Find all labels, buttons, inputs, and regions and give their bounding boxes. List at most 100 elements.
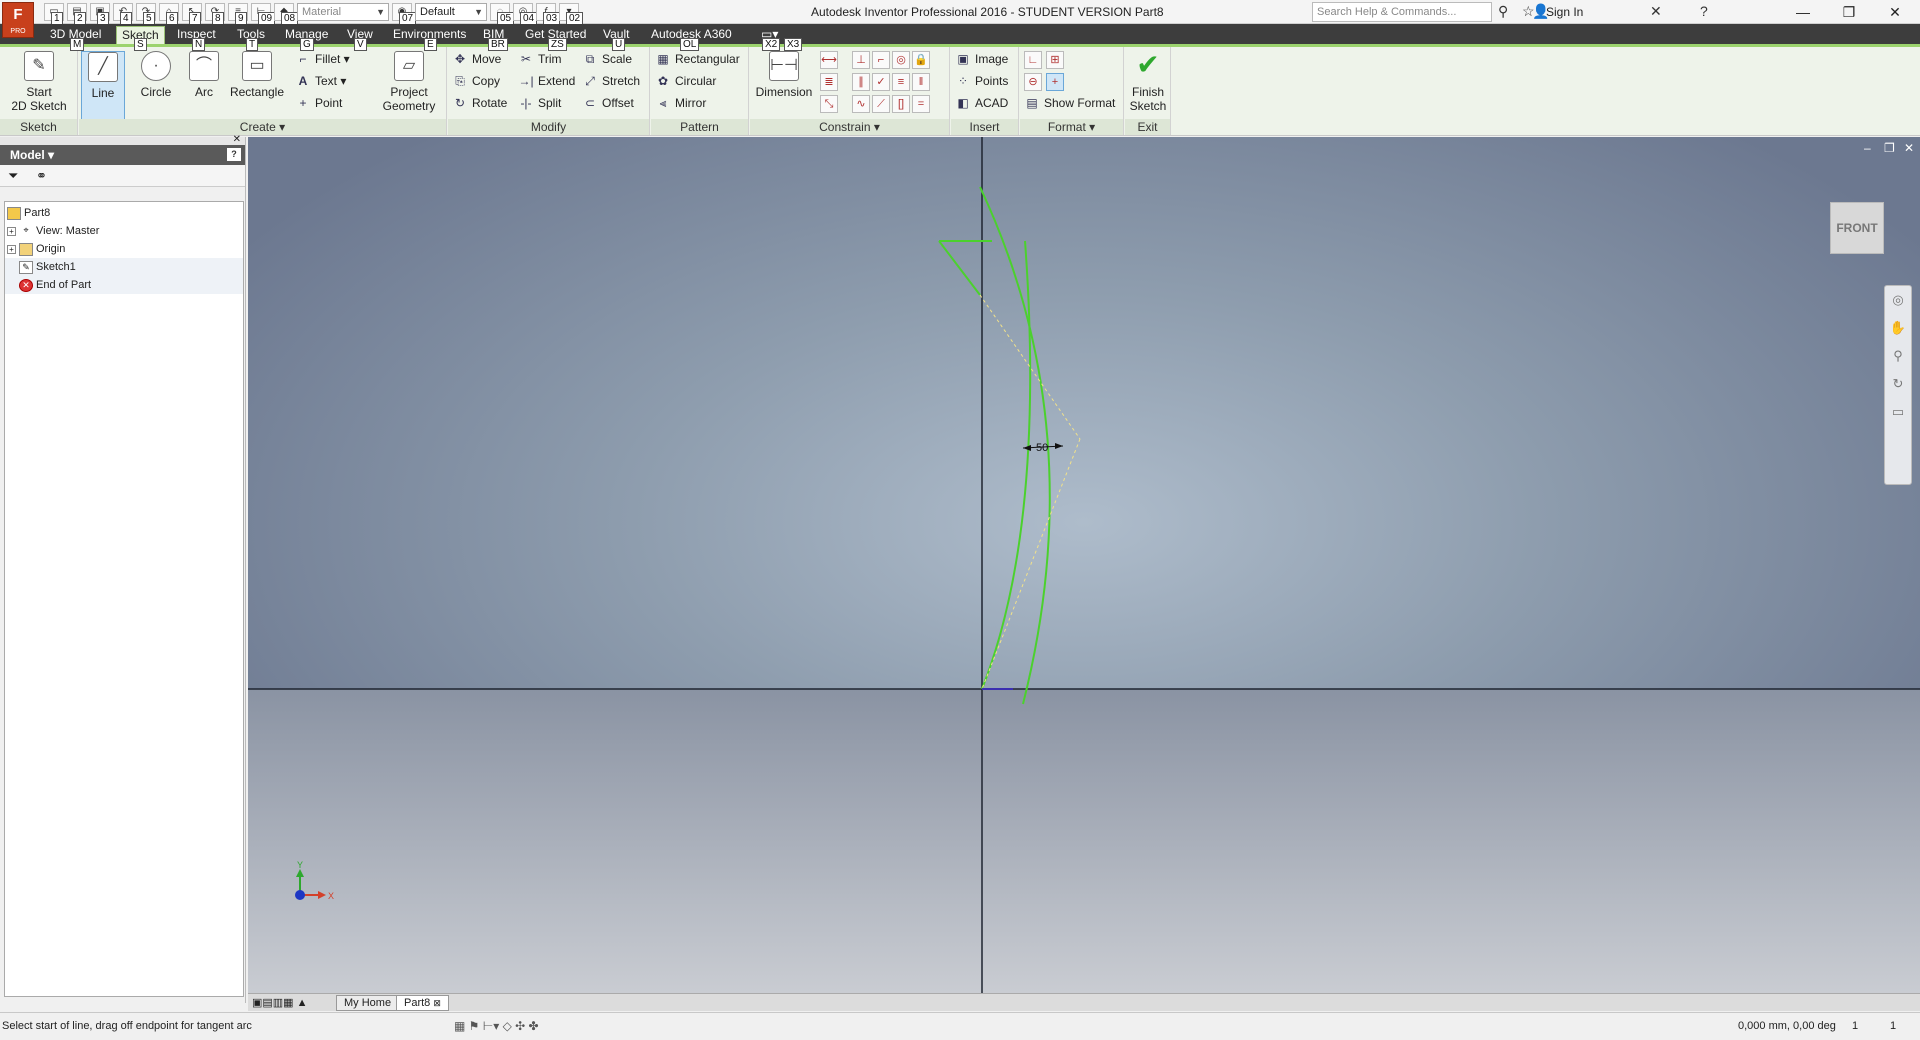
orbit-icon[interactable]: ↻ (1885, 370, 1911, 398)
insert-acad-button[interactable]: ◧ ACAD (955, 93, 1008, 113)
sign-in-link[interactable]: Sign In (1546, 5, 1583, 19)
open-icon[interactable]: ▤2 (67, 3, 87, 25)
stretch-button[interactable]: ⤢ Stretch (582, 71, 640, 91)
graphics-restore-icon[interactable]: ❐ (1884, 141, 1895, 155)
coincident-icon[interactable]: ✓ (872, 73, 890, 91)
arc-button[interactable]: ⌒ Arc (179, 51, 229, 115)
minimize-button[interactable]: — (1780, 0, 1826, 24)
rectangle-button[interactable]: ▭ Rectangle (227, 51, 287, 115)
adjust-icon[interactable]: ◎04 (513, 3, 538, 25)
tab-my-home[interactable]: My Home (336, 995, 400, 1011)
panel-title-constrain[interactable]: Constrain ▾ (750, 119, 949, 135)
graphics-window[interactable]: 50 Y X – ❐ ✕ FRONT ◎ ✋ ⚲ ↻ ▭ (248, 137, 1920, 993)
tree-node-part[interactable]: Part8 (7, 204, 245, 222)
symmetric-icon[interactable]: [] (892, 95, 910, 113)
fx-icon[interactable]: ƒ03 (536, 3, 561, 25)
dimension-button[interactable]: ⊢⊣ Dimension (752, 51, 816, 115)
redo-icon[interactable]: ↷5 (136, 3, 156, 25)
sketch-arc-inner[interactable] (981, 240, 1032, 690)
equal-icon[interactable]: = (912, 95, 930, 113)
look-at-icon[interactable]: ▭ (1885, 398, 1911, 426)
appearance-icon[interactable]: ◉07 (392, 3, 417, 25)
tab-part8[interactable]: Part8 ⊠ (396, 995, 449, 1011)
copy-button[interactable]: ⎘ Copy (452, 71, 500, 91)
viewcube[interactable]: FRONT (1830, 202, 1884, 254)
concentric-icon[interactable]: ◎ (892, 51, 910, 69)
circular-pattern-button[interactable]: ✿ Circular (655, 71, 716, 91)
panel-title-create[interactable]: Create ▾ (79, 119, 446, 135)
save-icon[interactable]: ▣3 (90, 3, 110, 25)
sketch-line-diagonal[interactable] (938, 240, 981, 296)
show-constraints-icon[interactable]: ≣ (820, 73, 838, 91)
point-button[interactable]: + Point (295, 93, 342, 113)
search-input[interactable]: Search Help & Commands... (1312, 2, 1492, 22)
circle-button[interactable]: · Circle (131, 51, 181, 115)
find-icon[interactable]: ⚭ (36, 168, 47, 184)
construction-icon[interactable]: ∟ (1024, 51, 1042, 69)
text-button[interactable]: A Text ▾ (295, 71, 347, 91)
close-button[interactable]: ✕ (1872, 0, 1918, 24)
finish-sketch-button[interactable]: ✔ Finish Sketch (1125, 51, 1171, 115)
material-combo[interactable]: Material ▼ (297, 3, 389, 21)
steering-wheel-icon[interactable]: ◎ (1885, 286, 1911, 314)
pan-icon[interactable]: ✋ (1885, 314, 1911, 342)
vertical-icon[interactable]: ‖ (912, 73, 930, 91)
project-geometry-button[interactable]: ▱ Project Geometry (377, 51, 441, 115)
expand-icon[interactable]: + (7, 226, 16, 236)
driven-dimension-icon[interactable]: ⊞ (1046, 51, 1064, 69)
dimension-value[interactable]: 50 (1036, 442, 1048, 454)
auto-dimension-icon[interactable]: ⟷ (820, 51, 838, 69)
update-icon[interactable]: ⟳8 (205, 3, 225, 25)
help-icon[interactable]: ? (227, 148, 241, 161)
line-button[interactable]: ╱ Line (81, 51, 125, 123)
rectangular-pattern-button[interactable]: ▦ Rectangular (655, 49, 739, 69)
graphics-close-icon[interactable]: ✕ (1904, 141, 1914, 155)
fillet-button[interactable]: ⌐ Fillet ▾ (295, 49, 349, 69)
properties-icon[interactable]: ≡9 (228, 3, 248, 25)
fix-icon[interactable]: 🔒 (912, 51, 930, 69)
tree-node-sketch[interactable]: ✎ Sketch1 (5, 258, 243, 276)
scale-button[interactable]: ⧉ Scale (582, 49, 632, 69)
sketch-status-icons[interactable]: ▦ ⚑ ⊢▾ ◇ ✣ ✤ (454, 1013, 539, 1039)
trim-button[interactable]: ✂ Trim (518, 49, 562, 69)
center-point-icon[interactable]: + (1046, 73, 1064, 91)
insert-image-button[interactable]: ▣ Image (955, 49, 1008, 69)
start-2d-sketch-button[interactable]: ✎ Start 2D Sketch (10, 51, 68, 115)
zoom-icon[interactable]: ⚲ (1885, 342, 1911, 370)
smooth-icon[interactable]: ∿ (852, 95, 870, 113)
undo-icon[interactable]: ↶4 (113, 3, 133, 25)
rotate-button[interactable]: ↻ Rotate (452, 93, 507, 113)
tile-views-icon[interactable]: ▣▤▥▦ ▲ (252, 996, 308, 1009)
sketch-canvas[interactable]: 50 Y X (248, 137, 1920, 993)
help-icon[interactable]: ? (1700, 3, 1708, 19)
collinear-icon[interactable]: ⟋ (872, 95, 890, 113)
mirror-button[interactable]: ⫷ Mirror (655, 93, 707, 113)
split-button[interactable]: -|- Split (518, 93, 561, 113)
filter-icon[interactable]: ⏷ (8, 168, 18, 184)
tree-node-view[interactable]: + ⌖ View: Master (7, 222, 245, 240)
material-icon[interactable]: ◆08 (274, 3, 299, 25)
graphics-minimize-icon[interactable]: – (1864, 141, 1871, 155)
application-menu-button[interactable]: F PRO (2, 2, 34, 38)
close-icon[interactable]: ✕ (233, 134, 241, 145)
home-icon[interactable]: ⌂6 (159, 3, 179, 25)
appearance-combo[interactable]: Default ▼ (415, 3, 487, 21)
extend-button[interactable]: →| Extend (518, 71, 575, 91)
parallel-icon[interactable]: ∥ (852, 73, 870, 91)
browser-header[interactable]: Model ▾ ? (0, 145, 245, 165)
expand-icon[interactable]: + (7, 244, 16, 254)
relax-mode-icon[interactable]: ⤡ (820, 95, 838, 113)
select-icon[interactable]: ↖7 (182, 3, 202, 25)
clear-override-icon[interactable]: ◌05 (490, 3, 515, 25)
show-format-button[interactable]: ▤ Show Format (1024, 93, 1115, 113)
tree-node-origin[interactable]: + Origin (7, 240, 245, 258)
measure-icon[interactable]: ⊢09 (251, 3, 276, 25)
move-button[interactable]: ✥ Move (452, 49, 501, 69)
insert-points-button[interactable]: ⁘ Points (955, 71, 1008, 91)
close-icon[interactable]: ⊠ (433, 998, 441, 1008)
perpendicular-icon[interactable]: ⊥ (852, 51, 870, 69)
customize-icon[interactable]: ▾02 (559, 3, 584, 25)
tangent-icon[interactable]: ⌐ (872, 51, 890, 69)
search-icon[interactable]: ⚲ (1498, 3, 1508, 20)
offset-button[interactable]: ⊂ Offset (582, 93, 634, 113)
